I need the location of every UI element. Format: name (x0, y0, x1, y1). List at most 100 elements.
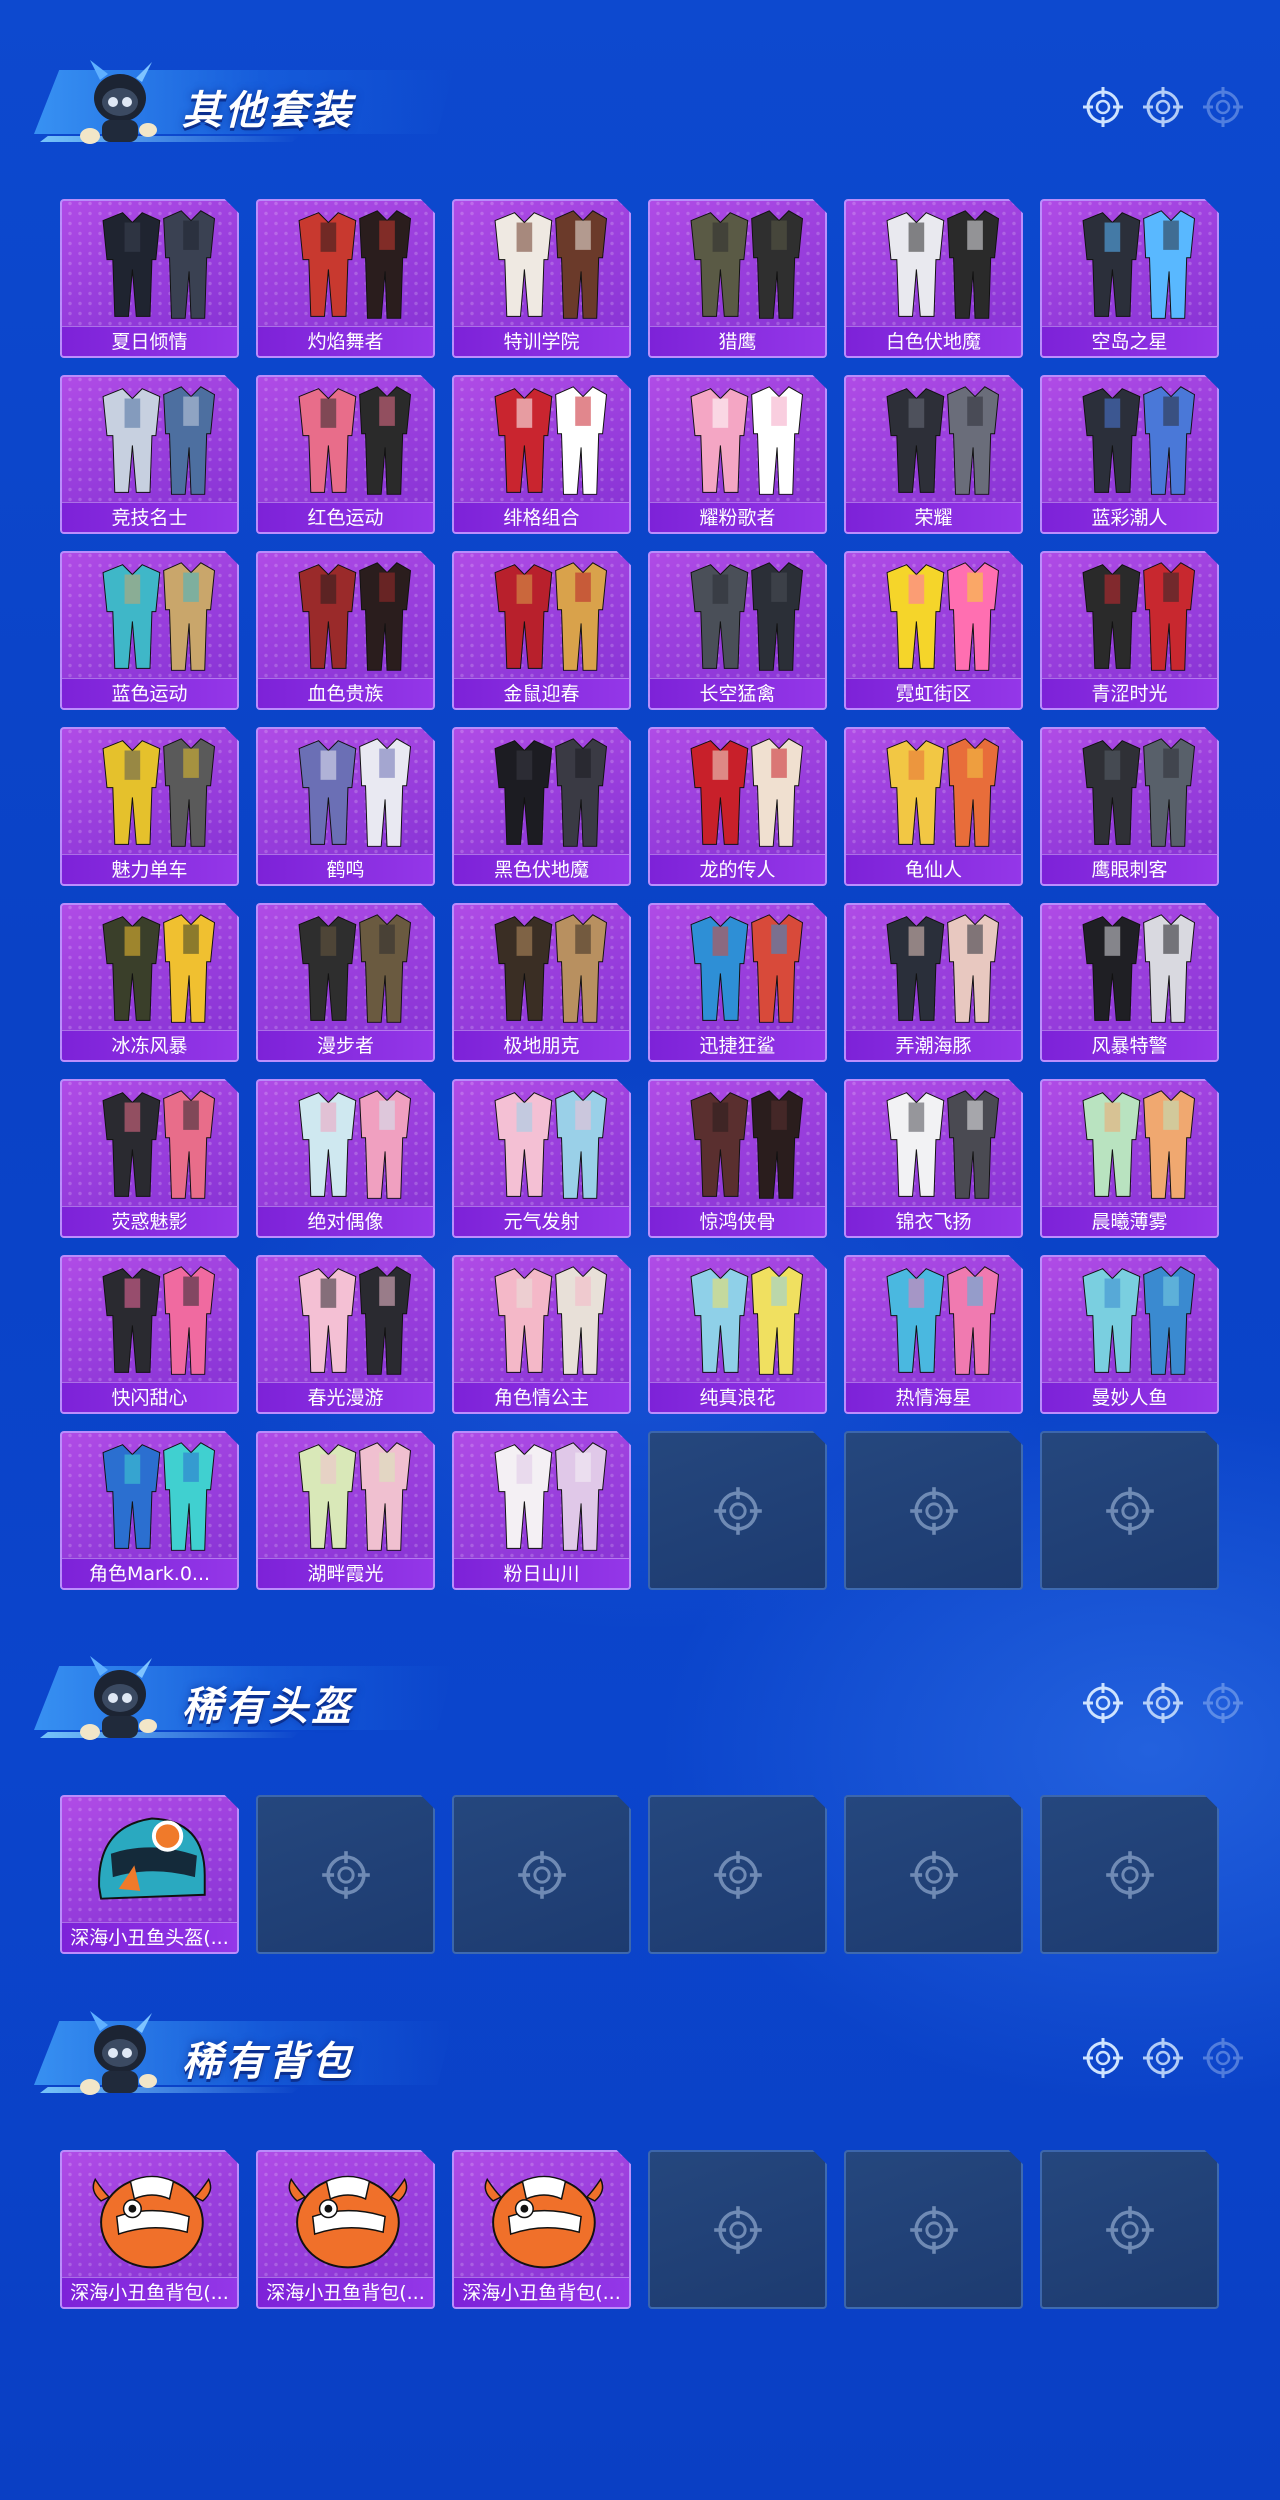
outfit-thumbnail (298, 1266, 412, 1375)
outfit-thumbnail (298, 914, 412, 1023)
outfit-thumbnail (102, 210, 216, 319)
crosshair-icon (1203, 2038, 1243, 2078)
item-card[interactable]: 荧惑魅影 (60, 1079, 239, 1238)
item-card[interactable]: 龙的传人 (648, 727, 827, 886)
item-card[interactable]: 猎鹰 (648, 199, 827, 358)
item-card[interactable]: 锦衣飞扬 (844, 1079, 1023, 1238)
empty-slot (844, 1795, 1023, 1954)
item-label: 蓝彩潮人 (1042, 502, 1217, 532)
item-label: 长空猛禽 (650, 678, 825, 708)
item-label: 白色伏地魔 (846, 326, 1021, 356)
item-card[interactable]: 空岛之星 (1040, 199, 1219, 358)
item-card[interactable]: 白色伏地魔 (844, 199, 1023, 358)
item-card[interactable]: 耀粉歌者 (648, 375, 827, 534)
section-header: 其他套装 (0, 44, 1280, 154)
header-crosshairs (1082, 1682, 1244, 1724)
item-label: 深海小丑鱼背包(... (62, 2277, 237, 2307)
item-card[interactable]: 深海小丑鱼背包(... (60, 2150, 239, 2309)
item-card[interactable]: 红色运动 (256, 375, 435, 534)
section-title: 其他套装 (182, 88, 354, 134)
item-card[interactable]: 鹰眼刺客 (1040, 727, 1219, 886)
item-label: 湖畔霞光 (258, 1558, 433, 1588)
item-label: 猎鹰 (650, 326, 825, 356)
item-card[interactable]: 曼妙人鱼 (1040, 1255, 1219, 1414)
item-card[interactable]: 灼焰舞者 (256, 199, 435, 358)
item-label: 鹤鸣 (258, 854, 433, 884)
item-card[interactable]: 鹤鸣 (256, 727, 435, 886)
item-card[interactable]: 迅捷狂鲨 (648, 903, 827, 1062)
rare-helmets-section: 稀有头盔深海小丑鱼头盔(... (0, 1640, 1280, 1954)
item-card[interactable]: 深海小丑鱼背包(... (256, 2150, 435, 2309)
other-outfits-section: 其他套装夏日倾情 灼焰舞者 特训学院 猎鹰 白色伏地魔 空岛之星竞技名士 红色运动 绯格组合耀… (0, 44, 1280, 1590)
outfit-thumbnail (886, 1090, 1000, 1199)
item-card[interactable]: 特训学院 (452, 199, 631, 358)
empty-slot (648, 1795, 827, 1954)
item-card[interactable]: 深海小丑鱼头盔(... (60, 1795, 239, 1954)
item-card[interactable]: 快闪甜心 (60, 1255, 239, 1414)
item-card[interactable]: 青涩时光 (1040, 551, 1219, 710)
item-label: 龙的传人 (650, 854, 825, 884)
crosshair-icon (909, 2205, 958, 2254)
item-card[interactable]: 夏日倾情 (60, 199, 239, 358)
crosshair-icon (713, 2205, 762, 2254)
section-title: 稀有背包 (182, 2039, 354, 2085)
item-card[interactable]: 竞技名士 (60, 375, 239, 534)
item-card[interactable]: 血色贵族 (256, 551, 435, 710)
item-label: 青涩时光 (1042, 678, 1217, 708)
item-card[interactable]: 金鼠迎春 (452, 551, 631, 710)
item-card[interactable]: 绝对偶像 (256, 1079, 435, 1238)
item-card[interactable]: 漫步者 (256, 903, 435, 1062)
item-card[interactable]: 春光漫游 (256, 1255, 435, 1414)
outfit-thumbnail (298, 738, 412, 847)
item-label: 蓝色运动 (62, 678, 237, 708)
item-label: 热情海星 (846, 1382, 1021, 1412)
item-card[interactable]: 龟仙人 (844, 727, 1023, 886)
item-card[interactable]: 湖畔霞光 (256, 1431, 435, 1590)
outfit-thumbnail (494, 562, 608, 671)
item-card[interactable]: 蓝彩潮人 (1040, 375, 1219, 534)
item-card[interactable]: 长空猛禽 (648, 551, 827, 710)
outfit-thumbnail (690, 914, 804, 1023)
item-card[interactable]: 角色Mark.0... (60, 1431, 239, 1590)
item-card[interactable]: 风暴特警 (1040, 903, 1219, 1062)
item-card[interactable]: 黑色伏地魔 (452, 727, 631, 886)
item-card[interactable]: 霓虹街区 (844, 551, 1023, 710)
outfit-thumbnail (1082, 210, 1196, 319)
item-card[interactable]: 冰冻风暴 (60, 903, 239, 1062)
outfit-thumbnail (298, 1090, 412, 1199)
item-card[interactable]: 粉日山川 (452, 1431, 631, 1590)
item-label: 血色贵族 (258, 678, 433, 708)
crosshair-icon (1143, 87, 1183, 127)
outfit-thumbnail (886, 562, 1000, 671)
item-label: 特训学院 (454, 326, 629, 356)
item-card[interactable]: 绯格组合 (452, 375, 631, 534)
empty-slot (844, 1431, 1023, 1590)
item-label: 金鼠迎春 (454, 678, 629, 708)
item-card[interactable]: 角色情公主 (452, 1255, 631, 1414)
item-label: 红色运动 (258, 502, 433, 532)
empty-slot (1040, 1431, 1219, 1590)
item-label: 空岛之星 (1042, 326, 1217, 356)
item-card[interactable]: 纯真浪花 (648, 1255, 827, 1414)
item-label: 纯真浪花 (650, 1382, 825, 1412)
item-card[interactable]: 深海小丑鱼背包(... (452, 2150, 631, 2309)
crosshair-icon (1203, 87, 1243, 127)
section-title: 稀有头盔 (182, 1684, 354, 1730)
item-card[interactable]: 极地朋克 (452, 903, 631, 1062)
crosshair-icon (1083, 87, 1123, 127)
item-card[interactable]: 晨曦薄雾 (1040, 1079, 1219, 1238)
outfit-thumbnail (494, 386, 608, 495)
item-grid: 深海小丑鱼背包(... 深海小丑鱼背包(... 深海小丑鱼背包(... (60, 2150, 1219, 2309)
item-card[interactable]: 蓝色运动 (60, 551, 239, 710)
outfit-thumbnail (102, 914, 216, 1023)
item-card[interactable]: 荣耀 (844, 375, 1023, 534)
item-card[interactable]: 惊鸿侠骨 (648, 1079, 827, 1238)
item-label: 晨曦薄雾 (1042, 1206, 1217, 1236)
outfit-thumbnail (690, 386, 804, 495)
item-card[interactable]: 元气发射 (452, 1079, 631, 1238)
empty-slot (1040, 2150, 1219, 2309)
empty-slot (452, 1795, 631, 1954)
item-card[interactable]: 魅力单车 (60, 727, 239, 886)
item-card[interactable]: 热情海星 (844, 1255, 1023, 1414)
item-card[interactable]: 弄潮海豚 (844, 903, 1023, 1062)
